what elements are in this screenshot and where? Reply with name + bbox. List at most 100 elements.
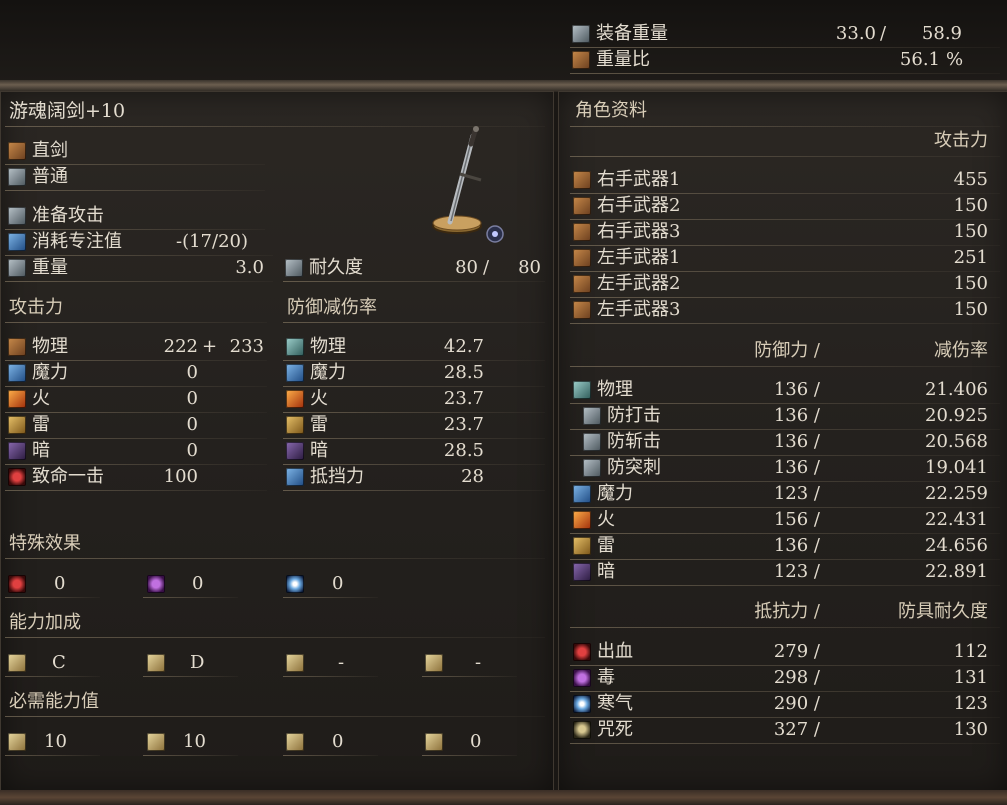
defense-label: 暗 [597, 561, 615, 582]
defense-magic-icon [573, 485, 591, 503]
intelligence-icon [286, 654, 304, 672]
equip-weight-sep: / [880, 23, 887, 44]
left-weapon-icon [573, 249, 591, 267]
attack-value: 222 [163, 336, 198, 357]
defense-value: 136 / [773, 379, 820, 400]
armor-durability-header: 防具耐久度 [898, 601, 988, 622]
attack-label: 致命一击 [32, 466, 104, 487]
absorption-value: 22.259 [925, 483, 988, 504]
divider-line [570, 717, 1000, 718]
requirement-value: 10 [44, 731, 67, 752]
defense-label: 防斩击 [607, 431, 661, 452]
guard-value: 28.5 [443, 440, 484, 461]
guard-header: 防御减伤率 [287, 297, 377, 318]
defense-dark-icon [573, 563, 591, 581]
guard-label: 魔力 [310, 362, 346, 383]
attack-bonus-sign: + [202, 336, 218, 357]
weapon-slot-attack: 251 [953, 247, 988, 268]
attack-label: 暗 [32, 440, 50, 461]
resist-label: 出血 [597, 641, 633, 662]
weight-ratio-value: 56.1 [899, 49, 940, 70]
weapon-type: 直剑 [32, 140, 68, 161]
divider-line [5, 490, 267, 491]
divider-line [570, 156, 1000, 157]
divider-line [570, 245, 1000, 246]
divider-line [570, 743, 1000, 744]
divider-line [570, 533, 1000, 534]
resist-label: 咒死 [597, 719, 633, 740]
divider-line [5, 558, 545, 559]
defense-value: 136 / [773, 405, 820, 426]
stability-icon [286, 468, 304, 486]
divider-line [570, 323, 1000, 324]
attack-value: 0 [186, 414, 198, 435]
guard-value: 28 [461, 466, 484, 487]
divider-line [5, 438, 267, 439]
divider-line [570, 271, 1000, 272]
divider-line [5, 464, 267, 465]
divider-line [570, 455, 1000, 456]
divider-line [283, 597, 378, 598]
resist-value: 327 / [773, 719, 820, 740]
divider-line [283, 464, 545, 465]
lightning-icon [8, 416, 26, 434]
divider-line [5, 164, 265, 165]
thrust-defense-icon [583, 459, 601, 477]
absorption-value: 22.891 [925, 561, 988, 582]
divider-line [570, 73, 1000, 74]
equip-weight-icon [572, 25, 590, 43]
attack-type: 普通 [32, 166, 68, 187]
resist-value: 290 / [773, 693, 820, 714]
skill-icon [8, 207, 26, 225]
weapon-slot-attack: 150 [953, 299, 988, 320]
guard-label: 物理 [310, 336, 346, 357]
divider-line [570, 429, 1000, 430]
poison-effect-icon [147, 575, 165, 593]
weight-value: 3.0 [235, 257, 264, 278]
scaling-value: - [338, 652, 345, 673]
weapon-slot-attack: 455 [953, 169, 988, 190]
defense-value: 123 / [773, 561, 820, 582]
divider-line [570, 47, 1000, 48]
character-info-header: 角色资料 [575, 100, 647, 121]
absorption-value: 21.406 [925, 379, 988, 400]
divider-line [570, 559, 1000, 560]
defense-value: 156 / [773, 509, 820, 530]
special-effect-value: 0 [54, 573, 66, 594]
attack-type-icon [8, 168, 26, 186]
absorption-value: 20.568 [925, 431, 988, 452]
durability-label: 耐久度 [309, 257, 363, 278]
frost-effect-icon [286, 575, 304, 593]
armor-durability-value: 123 [953, 693, 988, 714]
durability-icon [285, 259, 303, 277]
divider-line [5, 637, 545, 638]
weapon-slot-attack: 150 [953, 221, 988, 242]
divider-line [283, 412, 545, 413]
durability-max: 80 [518, 257, 541, 278]
divider-line [570, 507, 1000, 508]
guard-lightning-icon [286, 416, 304, 434]
resist-value: 298 / [773, 667, 820, 688]
left-weapon-icon [573, 301, 591, 319]
weapon-image [432, 126, 504, 243]
scaling-value: - [475, 652, 482, 673]
guard-label: 抵挡力 [310, 466, 364, 487]
slash-defense-icon [583, 433, 601, 451]
divider-line [283, 490, 545, 491]
absorption-value: 24.656 [925, 535, 988, 556]
intelligence-req-icon [286, 733, 304, 751]
equip-weight-current: 33.0 [835, 23, 876, 44]
attack-value: 0 [186, 362, 198, 383]
divider-line [570, 691, 1000, 692]
equip-weight-max: 58.9 [921, 23, 962, 44]
attack-value: 100 [163, 466, 198, 487]
defense-value: 136 / [773, 431, 820, 452]
attack-label: 魔力 [32, 362, 68, 383]
frost-resist-icon [573, 695, 591, 713]
divider-line [5, 676, 100, 677]
bottom-divider [0, 790, 1007, 805]
fp-cost-value: -(17/20) [176, 231, 248, 252]
weight-ratio-label: 重量比 [596, 49, 650, 70]
divider-line [422, 676, 517, 677]
strike-defense-icon [583, 407, 601, 425]
